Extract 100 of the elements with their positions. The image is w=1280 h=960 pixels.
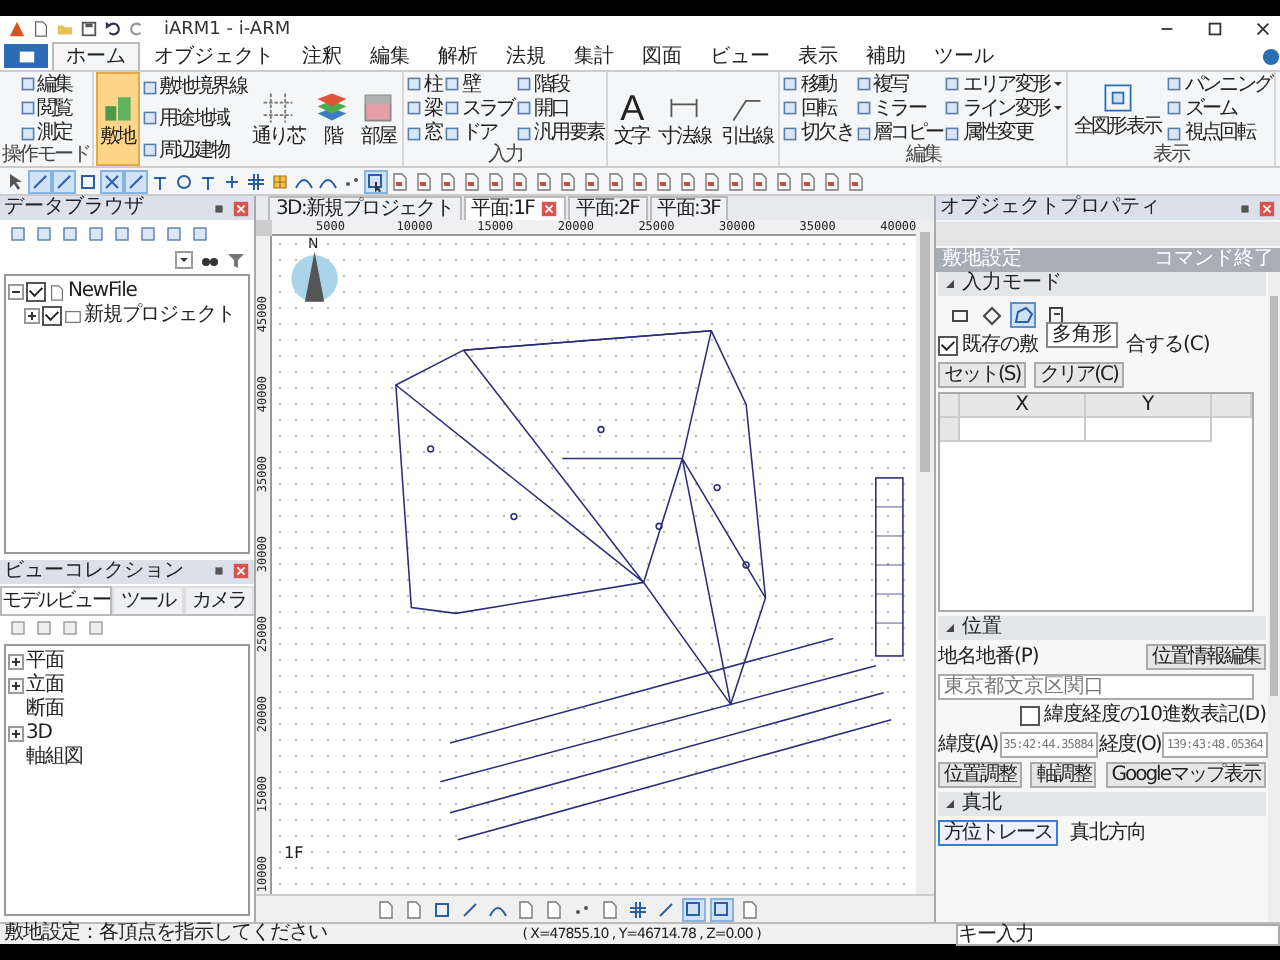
checkbox[interactable] — [26, 282, 46, 302]
ribbon-button[interactable]: 引出線 — [716, 72, 777, 166]
ribbon-command[interactable]: 閲覧 — [19, 97, 72, 120]
ribbon-command[interactable]: 層コピー — [855, 122, 943, 145]
trace-button[interactable]: 方位トレース — [938, 820, 1058, 846]
tree-item[interactable]: 軸組図 — [26, 745, 83, 769]
tee-icon[interactable] — [150, 171, 170, 191]
collapse-icon[interactable] — [944, 278, 956, 290]
redo-icon[interactable] — [128, 20, 146, 38]
form-button[interactable]: 位置調整 — [938, 762, 1022, 788]
ribbon-command[interactable]: エリア変形 — [944, 73, 1064, 96]
panel-tab[interactable]: カメラ — [183, 585, 254, 613]
ribbon-command[interactable]: スラブ — [443, 97, 514, 120]
document-icon[interactable] — [390, 171, 410, 191]
ribbon-command[interactable]: 移動 — [782, 73, 853, 96]
menu-tab[interactable]: ビュー — [696, 42, 784, 70]
polygon-icon[interactable] — [1010, 302, 1036, 328]
ribbon-command[interactable]: 回転 — [782, 97, 853, 120]
ribbon-command[interactable]: 用途地域 — [141, 107, 247, 130]
table-cell[interactable] — [1086, 418, 1212, 442]
tree-item[interactable]: 新規プロジェクト — [84, 304, 235, 328]
ribbon-command[interactable]: ミラー — [855, 97, 943, 120]
document-tab[interactable]: 平面:1F — [463, 196, 567, 220]
collapse-icon[interactable] — [944, 622, 956, 634]
ribbon-command[interactable]: 視点回転 — [1166, 122, 1272, 145]
scrollbar[interactable] — [1268, 272, 1280, 922]
checkbox[interactable] — [42, 306, 62, 326]
tree-item[interactable]: 断面 — [26, 697, 64, 721]
tree-item[interactable]: 平面 — [26, 649, 64, 673]
edit-location-button[interactable]: 位置情報編集 — [1146, 644, 1266, 670]
ribbon-command[interactable]: 階段 — [515, 73, 604, 96]
ribbon-command[interactable]: パンニング — [1166, 73, 1272, 96]
document-icon[interactable] — [582, 171, 602, 191]
ribbon-button[interactable]: 寸法線 — [654, 72, 715, 166]
ribbon-button[interactable]: 敷地 — [95, 72, 140, 166]
document-icon[interactable] — [534, 171, 554, 191]
document-icon[interactable] — [438, 171, 458, 191]
line-icon[interactable] — [460, 899, 480, 919]
document-icon[interactable] — [630, 171, 650, 191]
menu-tab[interactable]: ツール — [920, 42, 1008, 70]
document-icon[interactable] — [606, 171, 626, 191]
tree-item[interactable]: 3D — [26, 721, 52, 745]
ribbon-button[interactable]: 全図形表示 — [1069, 72, 1165, 146]
expander[interactable] — [24, 308, 40, 324]
tee-icon[interactable] — [198, 171, 218, 191]
expander[interactable] — [8, 284, 24, 300]
ribbon-command[interactable]: 梁 — [406, 97, 442, 120]
ribbon-command[interactable]: ズーム — [1166, 97, 1272, 120]
checkbox[interactable] — [1019, 706, 1040, 726]
document-icon[interactable] — [750, 171, 770, 191]
document-icon[interactable] — [510, 171, 530, 191]
plus-icon[interactable] — [222, 171, 242, 191]
document-icon[interactable] — [774, 171, 794, 191]
document-icon[interactable] — [822, 171, 842, 191]
ribbon-command[interactable]: ドア — [443, 122, 514, 145]
save-icon[interactable] — [80, 20, 98, 38]
address-field[interactable]: 東京都文京区関口 — [938, 674, 1254, 700]
menu-tab[interactable]: 集計 — [560, 42, 628, 70]
expander[interactable] — [8, 725, 24, 741]
diamond-icon[interactable] — [978, 302, 1004, 328]
document-icon[interactable] — [462, 171, 482, 191]
tree-item[interactable]: NewFile — [68, 280, 137, 304]
square-icon[interactable] — [432, 899, 452, 919]
scrollbar[interactable] — [916, 220, 934, 894]
maximize-icon[interactable] — [1206, 20, 1224, 38]
form-button[interactable]: 軸調整 — [1030, 762, 1097, 788]
document-icon[interactable] — [798, 171, 818, 191]
table-cell[interactable] — [960, 418, 1086, 442]
menu-tab[interactable]: ホーム — [52, 42, 140, 70]
circle-icon[interactable] — [174, 171, 194, 191]
expander[interactable] — [8, 677, 24, 693]
line-icon[interactable] — [656, 899, 676, 919]
ribbon-command[interactable]: 敷地境界線 — [141, 76, 247, 99]
menu-tab[interactable]: 図面 — [628, 42, 696, 70]
line-icon[interactable] — [54, 171, 74, 191]
menu-tab[interactable]: 法規 — [492, 42, 560, 70]
form-button[interactable]: セット(S) — [938, 362, 1027, 388]
select-icon[interactable] — [366, 171, 386, 191]
ribbon-command[interactable]: 複写 — [855, 73, 943, 96]
pin-icon[interactable] — [210, 199, 228, 217]
panel-tab[interactable]: モデルビュー — [0, 585, 112, 613]
document-icon[interactable] — [654, 171, 674, 191]
document-tab[interactable]: 平面:3F — [649, 196, 729, 220]
menu-tab[interactable]: 編集 — [356, 42, 424, 70]
ribbon-command[interactable]: 窓 — [406, 122, 442, 145]
line-icon[interactable] — [126, 171, 146, 191]
document-icon[interactable] — [486, 171, 506, 191]
document-icon[interactable] — [678, 171, 698, 191]
ribbon-button[interactable]: 部屋 — [356, 72, 401, 166]
grid-icon[interactable] — [270, 171, 290, 191]
menu-tab[interactable]: 補助 — [852, 42, 920, 70]
document-icon[interactable] — [846, 171, 866, 191]
menu-tab[interactable]: 解析 — [424, 42, 492, 70]
pointer-icon[interactable] — [6, 171, 26, 191]
grid-icon[interactable] — [628, 899, 648, 919]
collapse-icon[interactable] — [944, 798, 956, 810]
line-icon[interactable] — [30, 171, 50, 191]
document-icon[interactable] — [414, 171, 434, 191]
pin-icon[interactable] — [1236, 199, 1254, 217]
square-icon[interactable] — [78, 171, 98, 191]
